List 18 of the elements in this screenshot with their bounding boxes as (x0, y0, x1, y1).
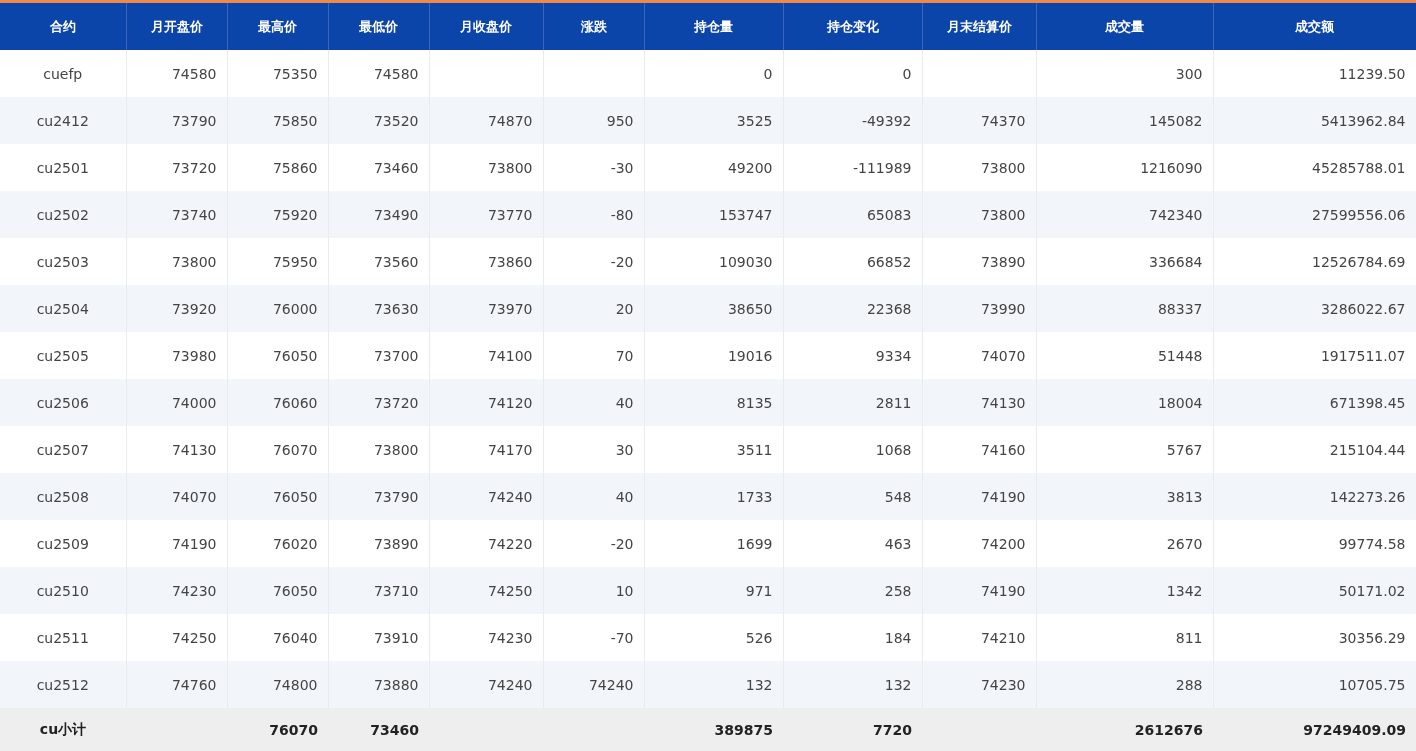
subtotal-cell: 76070 (227, 708, 328, 751)
subtotal-cell: 73460 (328, 708, 429, 751)
column-header[interactable]: 持仓变化 (783, 3, 922, 50)
subtotal-cell: 2612676 (1036, 708, 1213, 751)
subtotal-cell: 7720 (783, 708, 922, 751)
column-header[interactable]: 涨跌 (543, 3, 644, 50)
subtotal-cell: cu小计 (0, 708, 126, 751)
column-header[interactable]: 合约 (0, 3, 126, 50)
column-header[interactable]: 成交额 (1213, 3, 1416, 50)
subtotal-cell: 389875 (644, 708, 783, 751)
column-header[interactable]: 最低价 (328, 3, 429, 50)
subtotal-cell: 97249409.09 (1213, 708, 1416, 751)
column-header[interactable]: 月收盘价 (429, 3, 543, 50)
column-header[interactable]: 月末结算价 (922, 3, 1036, 50)
column-header[interactable]: 月开盘价 (126, 3, 227, 50)
column-header[interactable]: 持仓量 (644, 3, 783, 50)
column-header[interactable]: 最高价 (227, 3, 328, 50)
column-header[interactable]: 成交量 (1036, 3, 1213, 50)
